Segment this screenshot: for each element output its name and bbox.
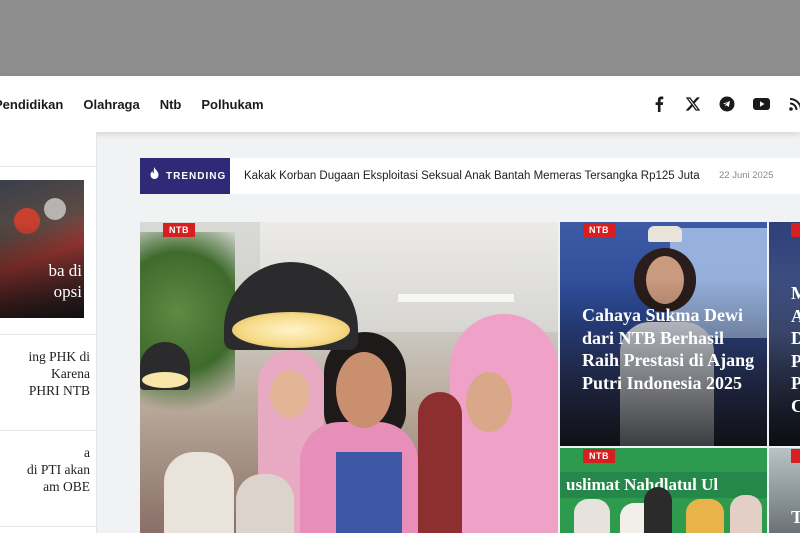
- trending-date: 22 Juni 2025: [719, 170, 774, 181]
- sidebar-divider: [0, 526, 97, 527]
- sidebar-featured-title[interactable]: ba di opsi: [0, 260, 84, 302]
- telegram-icon[interactable]: [718, 95, 736, 113]
- news-card-title[interactable]: T: [791, 506, 800, 529]
- sidebar-divider: [0, 334, 97, 335]
- x-twitter-icon[interactable]: [684, 95, 702, 113]
- photo-shape: [270, 370, 310, 418]
- photo-shape: [164, 452, 234, 533]
- trending-label: TRENDING: [166, 170, 227, 182]
- category-tag[interactable]: [791, 449, 800, 463]
- sidebar-item-1[interactable]: ing PHK di Karena PHRI NTB: [0, 348, 90, 399]
- photo-shape: [44, 198, 66, 220]
- photo-banner-text: uslimat Nahdlatul Ul: [566, 475, 719, 494]
- sidebar-item-2[interactable]: a di PTI akan am OBE: [0, 444, 90, 495]
- category-tag[interactable]: NTB: [583, 223, 615, 237]
- facebook-icon[interactable]: [650, 95, 668, 113]
- photo-shape: [398, 294, 514, 302]
- fire-icon: [149, 167, 160, 185]
- photo-shape: [418, 392, 462, 533]
- trending-badge: TRENDING: [140, 158, 230, 194]
- category-tag[interactable]: NTB: [163, 223, 195, 237]
- photo-shape: [466, 372, 512, 432]
- news-card-putri-indonesia[interactable]: NTB Cahaya Sukma Dewi dari NTB Berhasil …: [560, 222, 767, 446]
- top-bar: [0, 0, 800, 76]
- news-card-partial[interactable]: M A D P P C: [769, 222, 800, 446]
- photo-shape: [336, 352, 392, 428]
- photo-shape: [686, 499, 724, 533]
- youtube-icon[interactable]: [752, 95, 770, 113]
- social-links: [650, 76, 800, 132]
- category-tag[interactable]: [791, 223, 800, 237]
- photo-shape: [574, 499, 610, 533]
- nav-menu: Pendidikan Olahraga Ntb Polhukam: [0, 76, 264, 132]
- photo-shape: [232, 312, 350, 348]
- photo-shape: [236, 474, 294, 533]
- news-card-muslimat[interactable]: uslimat Nahdlatul Ul NTB: [560, 448, 767, 533]
- main-navbar: Pendidikan Olahraga Ntb Polhukam: [0, 76, 800, 132]
- trending-bar: TRENDING Kakak Korban Dugaan Eksploitasi…: [140, 158, 800, 194]
- photo-shape: [142, 372, 188, 388]
- photo-shape: [336, 452, 402, 533]
- trending-headline[interactable]: Kakak Korban Dugaan Eksploitasi Seksual …: [244, 158, 700, 194]
- nav-item-polhukam[interactable]: Polhukam: [201, 97, 263, 112]
- main-news-card[interactable]: NTB: [140, 222, 558, 533]
- news-card-title[interactable]: Cahaya Sukma Dewi dari NTB Berhasil Raih…: [582, 304, 757, 394]
- sidebar: ba di opsi ing PHK di Karena PHRI NTB a …: [0, 132, 97, 533]
- sidebar-featured-card[interactable]: ba di opsi: [0, 180, 84, 318]
- sidebar-divider: [0, 166, 97, 167]
- category-tag[interactable]: NTB: [583, 449, 615, 463]
- nav-item-olahraga[interactable]: Olahraga: [83, 97, 139, 112]
- rss-icon[interactable]: [786, 95, 800, 113]
- sidebar-divider: [0, 430, 97, 431]
- news-card-partial[interactable]: T: [769, 448, 800, 533]
- photo-shape: [730, 495, 762, 533]
- nav-item-pendidikan[interactable]: Pendidikan: [0, 97, 63, 112]
- nav-item-ntb[interactable]: Ntb: [160, 97, 182, 112]
- photo-shape: [644, 487, 672, 533]
- photo-shape: [140, 232, 235, 432]
- news-card-title[interactable]: M A D P P C: [791, 282, 800, 417]
- photo-shape: [648, 226, 682, 242]
